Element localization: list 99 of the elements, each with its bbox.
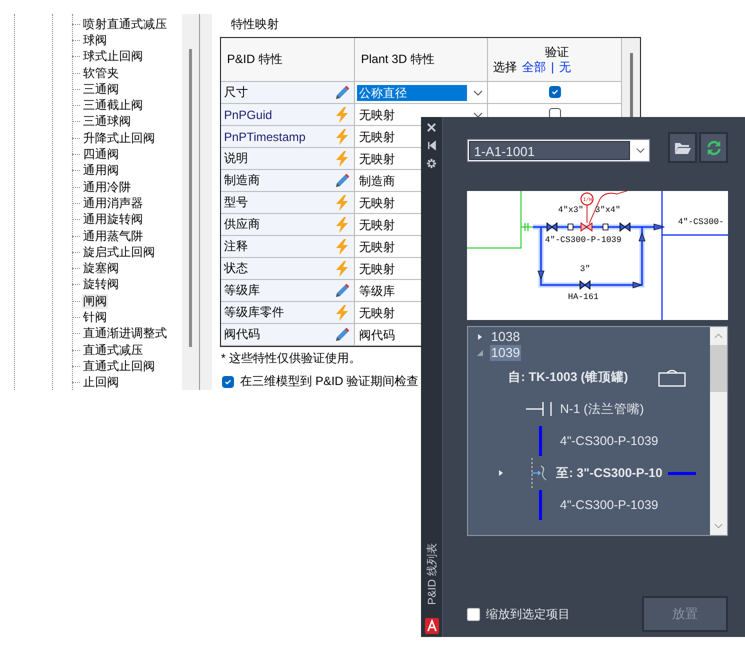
tree-item[interactable]: 1038	[490, 329, 521, 345]
checkbox-label: 缩放到选定项目	[486, 606, 570, 622]
mapping-dropdown[interactable]: 公称直径	[357, 84, 467, 100]
table-cell: 说明	[224, 150, 248, 167]
tree-item[interactable]: 针阀	[82, 310, 108, 325]
app-logo-icon	[424, 618, 438, 634]
footnote: * 这些特性仅供验证使用。	[221, 350, 362, 367]
column-header: 验证	[545, 44, 569, 58]
pipe-label: HA-161	[568, 292, 599, 302]
table-cell: 注释	[224, 238, 248, 255]
tree-item[interactable]: 三通截止阀	[82, 98, 144, 114]
mapping-dropdown[interactable]: 无映射	[357, 194, 397, 210]
table-cell: 供应商	[224, 216, 260, 233]
scrollbar-thumb[interactable]	[710, 345, 727, 392]
tree-item[interactable]: 喷射直通式减压	[82, 16, 168, 32]
table-cell: 等级库零件	[224, 304, 284, 321]
tree-item[interactable]: 4"-CS300-P-1039	[560, 434, 658, 448]
section-title: 特性映射	[231, 16, 279, 33]
tree-item[interactable]: 通用旋转阀	[82, 212, 144, 228]
mapping-dropdown[interactable]: 制造商	[357, 172, 397, 188]
select-label: 选择	[493, 58, 517, 74]
mapping-dropdown[interactable]: 等级库	[357, 282, 397, 298]
mapping-dropdown[interactable]: 无映射	[357, 260, 397, 276]
mapping-dropdown[interactable]: 无映射	[357, 304, 397, 320]
mapping-dropdown[interactable]: 无映射	[357, 128, 397, 144]
table-cell: 状态	[224, 260, 248, 277]
expanded-triangle-icon[interactable]	[476, 349, 484, 357]
checkbox[interactable]	[222, 376, 234, 388]
tree-item[interactable]: 旋塞阀	[82, 261, 120, 276]
select-none-link[interactable]: 无	[559, 58, 572, 74]
pencil-icon[interactable]	[334, 172, 350, 188]
drawing-dropdown[interactable]: 1-A1-1001	[467, 139, 650, 162]
tree-item[interactable]: 闸阀	[82, 294, 108, 309]
mapping-dropdown[interactable]: 无映射	[357, 238, 397, 254]
pipe-label: 3"	[580, 264, 590, 274]
panel-title: P&ID 线列表	[425, 543, 439, 605]
settings-icon[interactable]	[426, 158, 437, 169]
table-cell: PnPTimestamp	[224, 130, 306, 144]
tree-item[interactable]: 旋启式止回阀	[82, 244, 156, 260]
table-cell: 等级库	[224, 282, 260, 299]
tree-item[interactable]: 直通式止回阀	[82, 358, 156, 374]
tree-item[interactable]: 直通渐进调整式	[82, 326, 168, 342]
tree-item[interactable]: 4"-CS300-P-1039	[560, 498, 658, 512]
expand-arrow-icon[interactable]	[497, 469, 505, 477]
refresh-icon	[704, 140, 722, 156]
tree-item[interactable]: 直通式减压	[82, 342, 144, 358]
column-header: Plant 3D 特性	[355, 38, 488, 81]
checkbox[interactable]	[548, 86, 560, 98]
flange-icon	[526, 402, 554, 416]
tree-item[interactable]: N-1 (法兰管嘴)	[560, 400, 644, 418]
pipe-segment-icon	[538, 490, 542, 520]
column-header: P&ID 特性	[221, 38, 355, 81]
mapping-dropdown[interactable]: 无映射	[357, 106, 397, 122]
table-cell: 尺寸	[224, 84, 248, 101]
tree-item[interactable]: 通用蒸气阱	[82, 228, 144, 244]
table-cell: 型号	[224, 194, 248, 211]
table-cell: 阀代码	[224, 326, 260, 343]
tree-item[interactable]: 止回阀	[82, 375, 120, 390]
close-icon[interactable]	[426, 122, 437, 133]
tree-item[interactable]: 旋转阀	[82, 277, 120, 292]
tree-item[interactable]: 三通球阀	[82, 114, 132, 130]
pencil-icon[interactable]	[334, 84, 350, 100]
pipe-label: 3"x4"	[595, 205, 621, 215]
expand-arrow-icon[interactable]	[476, 333, 484, 341]
tree-item[interactable]: 通用阀	[82, 163, 120, 178]
open-folder-button[interactable]	[668, 132, 697, 163]
tree-item[interactable]: 1039	[490, 345, 521, 361]
tree-item[interactable]: 球式止回阀	[82, 49, 144, 64]
select-all-link[interactable]: 全部	[522, 58, 546, 74]
tree-item[interactable]: 球阀	[82, 32, 108, 48]
pipe-segment-icon	[668, 472, 696, 474]
checkbox-label: 在三维模型到 P&ID 验证期间检查	[240, 373, 419, 390]
tree-item[interactable]: 三通阀	[82, 82, 120, 97]
tree-item[interactable]: 自: TK-1003 (锥顶罐)	[508, 368, 628, 386]
table-cell: PnPGuid	[224, 108, 272, 122]
scrollbar[interactable]	[182, 14, 200, 390]
tree-item[interactable]: 通用消声器	[82, 196, 144, 211]
pipe-label: 4"-CS300-P-1039	[545, 235, 622, 245]
pencil-icon[interactable]	[334, 282, 350, 298]
tree-item[interactable]: 四通阀	[82, 147, 120, 162]
tree-item[interactable]: 软管夹	[82, 66, 120, 81]
mapping-dropdown[interactable]: 无映射	[357, 216, 397, 232]
tree-item[interactable]: 至: 3"-CS300-P-10	[556, 464, 662, 482]
tree-item[interactable]: 通用冷阱	[82, 180, 132, 195]
refresh-button[interactable]	[699, 132, 728, 163]
pencil-icon[interactable]	[334, 326, 350, 342]
checkmark-icon	[550, 87, 560, 97]
pipe-label: 4"x3"	[558, 205, 584, 215]
separator: |	[551, 58, 554, 74]
mapping-dropdown[interactable]: 无映射	[357, 150, 397, 166]
tree-item[interactable]: 升降式止回阀	[82, 130, 156, 146]
scrollbar-thumb[interactable]	[630, 53, 633, 117]
pipe-label: 4"-CS300-	[678, 217, 724, 227]
branch-connection-icon	[529, 458, 547, 488]
tank-icon	[658, 367, 686, 387]
pipe-segment-icon	[538, 426, 542, 456]
table-cell: 制造商	[224, 172, 260, 189]
scrollbar-thumb[interactable]	[189, 49, 192, 347]
mapping-dropdown[interactable]: 阀代码	[357, 326, 397, 342]
